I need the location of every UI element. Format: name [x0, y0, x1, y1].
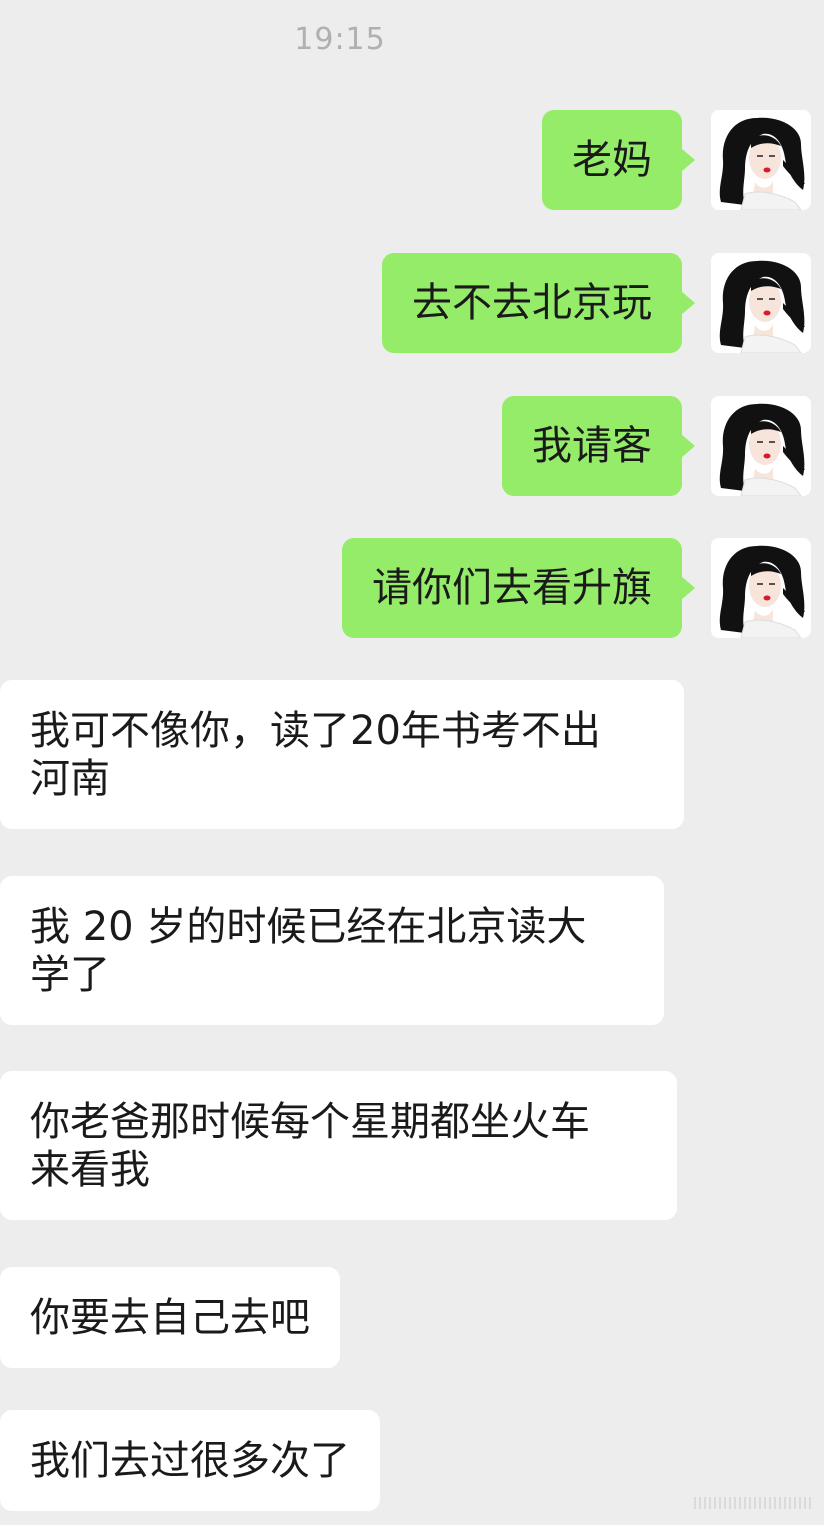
message-text: 去不去北京玩 — [412, 280, 652, 326]
woman-portrait-icon — [711, 396, 811, 496]
woman-portrait-icon — [711, 110, 811, 210]
incoming-message-bubble[interactable]: 我可不像你，读了20年书考不出 河南 — [0, 680, 684, 829]
message-text: 请你们去看升旗 — [372, 565, 652, 611]
message-text-line: 河南 — [30, 756, 110, 802]
incoming-message-bubble[interactable]: 你老爸那时候每个星期都坐火车 来看我 — [0, 1071, 677, 1220]
woman-portrait-icon — [711, 538, 811, 638]
message-text-line: 我 20 岁的时候已经在北京读大 — [30, 904, 587, 950]
avatar[interactable] — [711, 396, 811, 496]
avatar[interactable] — [711, 253, 811, 353]
message-text-line: 你要去自己去吧 — [30, 1295, 310, 1341]
incoming-message-bubble[interactable]: 你要去自己去吧 — [0, 1267, 340, 1368]
outgoing-message-bubble[interactable]: 去不去北京玩 — [382, 253, 695, 353]
message-text-line: 我们去过很多次了 — [30, 1438, 350, 1484]
message-text: 老妈 — [572, 137, 652, 183]
outgoing-message-bubble[interactable]: 老妈 — [542, 110, 695, 210]
incoming-message-bubble[interactable]: 我们去过很多次了 — [0, 1410, 380, 1511]
outgoing-message-bubble[interactable]: 请你们去看升旗 — [342, 538, 695, 638]
message-timestamp: 19:15 — [294, 22, 386, 57]
outgoing-message-bubble[interactable]: 我请客 — [502, 396, 695, 496]
incoming-message-bubble[interactable]: 我 20 岁的时候已经在北京读大 学了 — [0, 876, 664, 1025]
watermark-strip — [694, 1497, 814, 1509]
message-text-line: 你老爸那时候每个星期都坐火车 — [30, 1099, 590, 1145]
message-text-line: 学了 — [30, 952, 110, 998]
woman-portrait-icon — [711, 253, 811, 353]
message-text-line: 我可不像你，读了20年书考不出 — [30, 708, 601, 754]
message-text-line: 来看我 — [30, 1147, 150, 1193]
message-text: 我请客 — [532, 423, 652, 469]
avatar[interactable] — [711, 110, 811, 210]
avatar[interactable] — [711, 538, 811, 638]
